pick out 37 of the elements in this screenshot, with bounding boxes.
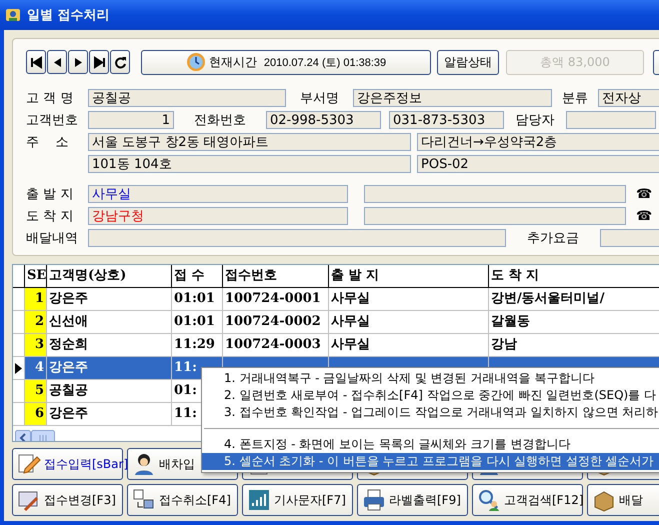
table-cell: 01:01 <box>172 288 223 310</box>
table-cell: 11:29 <box>172 334 223 356</box>
table-cell: 정순희 <box>47 334 172 356</box>
field-label: 출 발 지 <box>26 186 74 203</box>
table-cell: 3 <box>25 334 47 356</box>
table-cell: 2 <box>25 311 47 333</box>
table-cell: 신선애 <box>47 311 172 333</box>
field-label: 전화번호 <box>193 112 247 129</box>
window-title: 일별 접수처리 <box>27 7 110 24</box>
table-cell: 사무실 <box>329 288 489 310</box>
phone-icon: ☎ <box>636 186 652 202</box>
table-cell: 100724-0001 <box>223 288 329 310</box>
table-cell: 강은주 <box>47 403 172 425</box>
table-cell: 갈월동 <box>489 311 659 333</box>
table-cell: 공칠공 <box>47 380 172 402</box>
table-cell: 강은주 <box>47 357 172 379</box>
table-cell: 6 <box>25 403 47 425</box>
table-cell: 100724-0002 <box>223 311 329 333</box>
table-cell: 사무실 <box>329 311 489 333</box>
table-cell: 강남 <box>489 334 659 356</box>
table-cell: 100724-0003 <box>223 334 329 356</box>
field-label: 담당자 <box>514 112 556 129</box>
table-cell: 01:01 <box>172 311 223 333</box>
table-cell: 5 <box>25 380 47 402</box>
table-cell: 강변/동서울터미널/ <box>489 288 659 310</box>
field-label: 부서명 <box>299 90 340 107</box>
field-label: 도 착 지 <box>26 208 74 225</box>
table-cell: 강은주 <box>47 288 172 310</box>
field-label: 고객번호 <box>26 112 79 129</box>
field-label: 주 소 <box>26 134 70 151</box>
field-label: 분류 <box>561 90 589 107</box>
field-label: 고 객 명 <box>26 90 74 107</box>
field-label: 추가요금 <box>526 230 580 247</box>
table-cell: 사무실 <box>329 334 489 356</box>
field-label: 배달내역 <box>26 230 79 247</box>
table-cell: 1 <box>25 288 47 310</box>
phone-icon: ☎ <box>636 208 652 224</box>
